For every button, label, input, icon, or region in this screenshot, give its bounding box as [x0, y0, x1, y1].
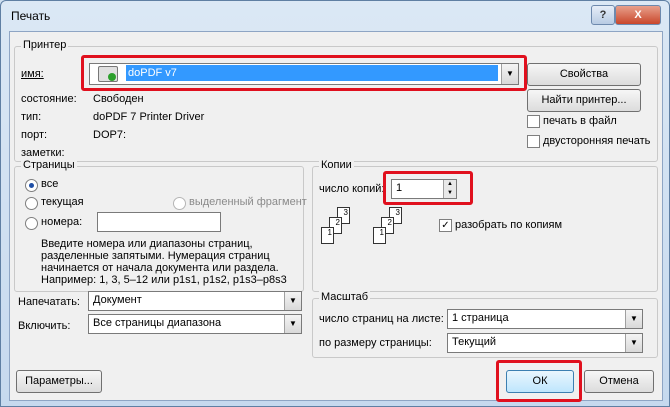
print-what-select[interactable]: Документ ▼ [88, 291, 302, 311]
scale-label: по размеру страницы: [319, 337, 432, 349]
include-value: Все страницы диапазона [93, 317, 222, 329]
check-icon: ✓ [441, 220, 450, 231]
pages-all-radio[interactable] [25, 179, 38, 192]
collate-preview-stack-1: 3 2 1 [321, 207, 361, 257]
include-label: Включить: [18, 320, 71, 332]
port-value: DOP7: [93, 129, 127, 141]
find-printer-button[interactable]: Найти принтер... [527, 89, 641, 112]
pages-selection-radio[interactable] [173, 197, 186, 210]
print-to-file-label: печать в файл [543, 115, 617, 127]
title-bar: Печать ? X [1, 1, 669, 29]
pages-selection-label: выделенный фрагмент [189, 196, 307, 208]
port-label: порт: [21, 129, 48, 141]
chevron-down-icon[interactable]: ▼ [284, 292, 301, 310]
pages-hint-line-1: Введите номера или диапазоны страниц, [41, 238, 253, 250]
collate-preview-stack-2: 3 2 1 [373, 207, 413, 257]
notes-label: заметки: [21, 147, 65, 159]
pages-current-label: текущая [41, 196, 84, 208]
pages-numbers-label: номера: [41, 216, 83, 228]
pages-hint-line-2: разделенные запятыми. Нумерация страниц [41, 250, 270, 262]
radio-selected-dot [29, 183, 34, 188]
scale-select[interactable]: Текущий ▼ [447, 333, 643, 353]
help-button[interactable]: ? [591, 5, 615, 25]
pages-per-sheet-value: 1 страница [452, 312, 509, 324]
printer-highlight [81, 55, 527, 91]
printer-group-title: Принтер [21, 39, 69, 51]
copies-count-label: число копий: [319, 183, 385, 195]
printer-group: Принтер имя: doPDF v7 ▼ состояние: Свобо… [14, 39, 658, 162]
zoom-group: Масштаб число страниц на листе: 1 страни… [312, 291, 658, 358]
chevron-down-icon[interactable]: ▼ [625, 310, 642, 328]
properties-button[interactable]: Свойства [527, 63, 641, 86]
zoom-group-title: Масштаб [319, 291, 371, 303]
chevron-down-icon[interactable]: ▼ [284, 315, 301, 333]
cancel-button[interactable]: Отмена [584, 370, 654, 393]
pages-hint-line-3: начинается от начала документа или разде… [41, 262, 279, 274]
duplex-checkbox[interactable] [527, 135, 540, 148]
page-numbers-input[interactable] [97, 212, 221, 232]
copies-group: Копии число копий: 1 ▲ ▼ 3 2 1 3 2 1 ✓ ра… [312, 159, 658, 292]
pages-all-label: все [41, 178, 59, 190]
pages-per-sheet-label: число страниц на листе: [319, 313, 444, 325]
scale-value: Текущий [452, 336, 496, 348]
pages-group-title: Страницы [21, 159, 77, 171]
chevron-down-icon[interactable]: ▼ [625, 334, 642, 352]
print-dialog: Печать ? X Принтер имя: doPDF v7 ▼ состо… [0, 0, 670, 407]
duplex-label: двусторонняя печать [543, 135, 651, 147]
window-title: Печать [11, 9, 51, 23]
pages-group: Страницы все текущая выделенный фрагмент… [14, 159, 307, 292]
collate-label: разобрать по копиям [455, 219, 563, 231]
print-to-file-checkbox[interactable] [527, 115, 540, 128]
pages-per-sheet-select[interactable]: 1 страница ▼ [447, 309, 643, 329]
close-button[interactable]: X [615, 5, 661, 25]
dialog-body: Принтер имя: doPDF v7 ▼ состояние: Свобо… [9, 31, 663, 402]
type-label: тип: [21, 111, 42, 123]
type-value: doPDF 7 Printer Driver [93, 111, 205, 123]
collate-checkbox[interactable]: ✓ [439, 219, 452, 232]
status-value: Свободен [93, 93, 144, 105]
print-what-value: Документ [93, 294, 142, 306]
printer-name-label: имя: [21, 68, 44, 80]
include-select[interactable]: Все страницы диапазона ▼ [88, 314, 302, 334]
copies-group-title: Копии [319, 159, 354, 171]
options-button[interactable]: Параметры... [16, 370, 102, 393]
pages-hint-line-4: Например: 1, 3, 5–12 или p1s1, p1s2, p1s… [41, 274, 287, 286]
print-what-label: Напечатать: [18, 296, 80, 308]
pages-numbers-radio[interactable] [25, 217, 38, 230]
ok-highlight [496, 360, 582, 402]
status-label: состояние: [21, 93, 77, 105]
copies-highlight [383, 171, 473, 205]
pages-current-radio[interactable] [25, 197, 38, 210]
